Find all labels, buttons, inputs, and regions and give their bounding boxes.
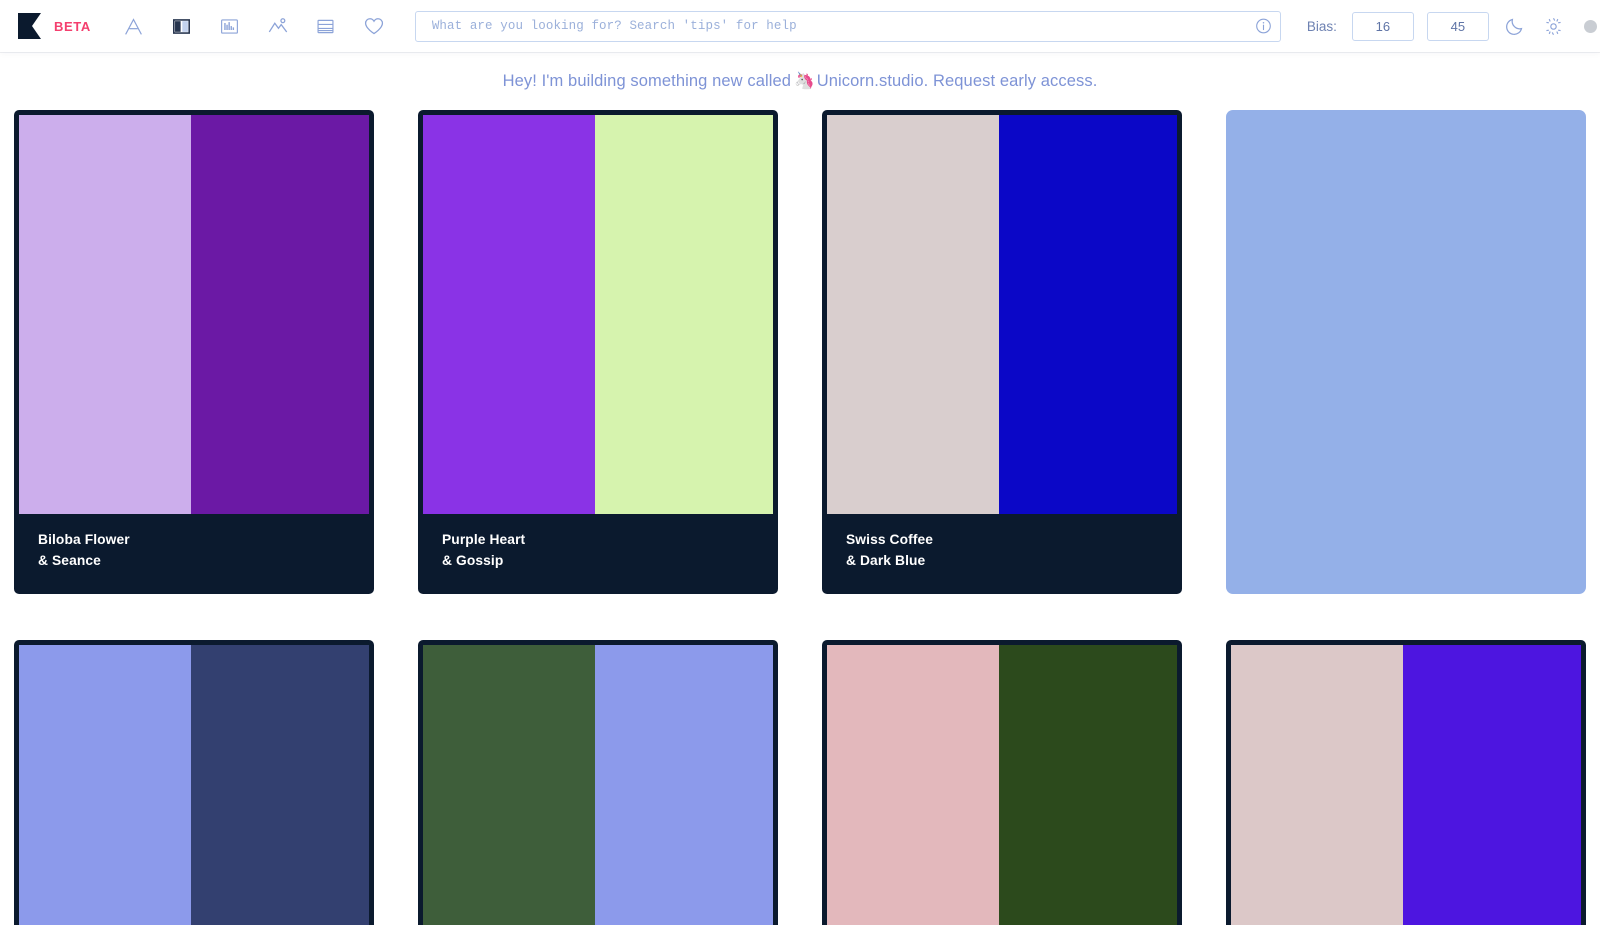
swatch-left[interactable] xyxy=(423,115,595,514)
color-name-right: & Dark Blue xyxy=(846,550,1158,571)
swatch-pair xyxy=(827,115,1177,514)
app-header: BETA xyxy=(0,0,1600,52)
color-name-right: & Gossip xyxy=(442,550,754,571)
card-footer: Purple Heart & Gossip xyxy=(423,514,773,589)
beta-badge: BETA xyxy=(54,19,91,34)
color-name-right: & Seance xyxy=(38,550,350,571)
bias-label: Bias: xyxy=(1307,19,1337,34)
palette-card[interactable] xyxy=(418,640,778,925)
unicorn-studio-link[interactable]: Unicorn.studio. xyxy=(817,72,929,91)
toolbar xyxy=(119,11,389,41)
palette-card[interactable] xyxy=(1226,640,1586,925)
duo-columns-icon[interactable] xyxy=(167,11,197,41)
announcement-text-before: Hey! I'm building something new called xyxy=(503,72,792,91)
palette-card[interactable]: Biloba Flower & Seance xyxy=(14,110,374,594)
palette-grid: Biloba Flower & Seance Purple Heart & Go… xyxy=(0,110,1600,925)
swatch-left[interactable] xyxy=(423,645,595,925)
info-circle-icon[interactable] xyxy=(1255,18,1272,35)
palette-card[interactable] xyxy=(14,640,374,925)
swatch-left[interactable] xyxy=(827,645,999,925)
swatch-left[interactable] xyxy=(19,115,191,514)
heart-icon[interactable] xyxy=(359,11,389,41)
palette-card-placeholder[interactable] xyxy=(1226,110,1586,594)
swatch-right[interactable] xyxy=(595,645,774,925)
swatch-pair xyxy=(1231,645,1581,925)
palette-card[interactable]: Swiss Coffee & Dark Blue xyxy=(822,110,1182,594)
bias-max-input[interactable] xyxy=(1427,12,1489,41)
card-footer: Swiss Coffee & Dark Blue xyxy=(827,514,1177,589)
swatch-right[interactable] xyxy=(1403,645,1582,925)
unicorn-icon: 🦄 xyxy=(794,72,815,91)
search-area xyxy=(389,11,1307,42)
swatch-pair xyxy=(423,645,773,925)
swatch-right[interactable] xyxy=(999,645,1178,925)
moon-icon[interactable] xyxy=(1502,13,1528,39)
avatar[interactable] xyxy=(1584,20,1597,33)
swatch-pair xyxy=(827,645,1177,925)
search-input[interactable] xyxy=(415,11,1281,42)
early-access-link[interactable]: Request early access. xyxy=(933,72,1097,91)
color-name-left: Purple Heart xyxy=(442,529,754,550)
bar-chart-icon[interactable] xyxy=(215,11,245,41)
landscape-icon[interactable] xyxy=(263,11,293,41)
swatch-right[interactable] xyxy=(595,115,774,514)
gear-icon[interactable] xyxy=(1541,13,1567,39)
palette-card[interactable]: Purple Heart & Gossip xyxy=(418,110,778,594)
palette-card[interactable] xyxy=(822,640,1182,925)
header-right-controls: Bias: xyxy=(1307,12,1600,41)
swatch-left[interactable] xyxy=(19,645,191,925)
color-name-left: Biloba Flower xyxy=(38,529,350,550)
search-box xyxy=(415,11,1281,42)
swatch-right[interactable] xyxy=(191,115,370,514)
swatch-pair xyxy=(19,115,369,514)
swatch-right[interactable] xyxy=(999,115,1178,514)
card-footer: Biloba Flower & Seance xyxy=(19,514,369,589)
brand[interactable]: BETA xyxy=(18,13,91,39)
color-name-left: Swiss Coffee xyxy=(846,529,1158,550)
swatch-pair xyxy=(19,645,369,925)
flag-logo-icon[interactable] xyxy=(18,13,41,39)
swatch-pair xyxy=(423,115,773,514)
bias-min-input[interactable] xyxy=(1352,12,1414,41)
stacked-rows-icon[interactable] xyxy=(311,11,341,41)
swatch-right[interactable] xyxy=(191,645,370,925)
swatch-left[interactable] xyxy=(827,115,999,514)
swatch-left[interactable] xyxy=(1231,645,1403,925)
announcement-banner: Hey! I'm building something new called 🦄… xyxy=(0,52,1600,110)
typography-icon[interactable] xyxy=(119,11,149,41)
